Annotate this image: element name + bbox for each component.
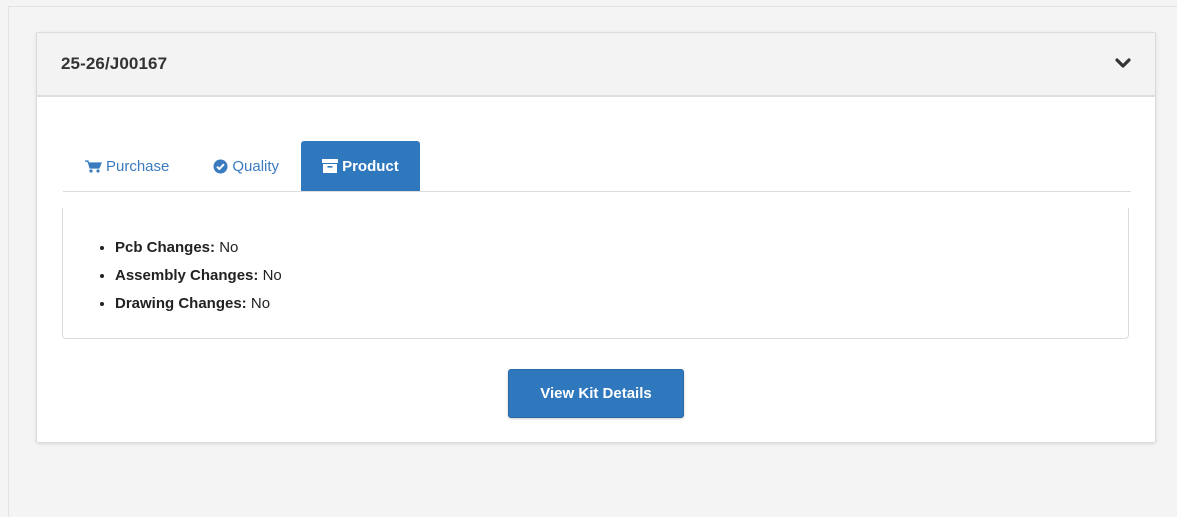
tab-bar: Purchase Quality Product	[63, 140, 1131, 192]
tab-product[interactable]: Product	[301, 141, 420, 191]
product-details-list: Pcb Changes: No Assembly Changes: No Dra…	[63, 234, 282, 318]
chevron-down-icon[interactable]	[1115, 56, 1131, 72]
job-card: 25-26/J00167 Purchase Quality Product Pc…	[36, 32, 1156, 443]
list-item: Assembly Changes: No	[115, 262, 282, 290]
cart-icon	[85, 159, 102, 173]
product-panel: Pcb Changes: No Assembly Changes: No Dra…	[62, 208, 1129, 339]
list-item: Drawing Changes: No	[115, 290, 282, 318]
check-circle-icon	[213, 159, 228, 174]
card-header[interactable]: 25-26/J00167	[37, 33, 1155, 97]
detail-label: Assembly Changes:	[115, 267, 259, 284]
tab-quality-label: Quality	[232, 157, 280, 175]
view-kit-details-button[interactable]: View Kit Details	[508, 369, 684, 418]
tab-purchase-label: Purchase	[106, 157, 170, 175]
tab-purchase[interactable]: Purchase	[63, 141, 191, 191]
detail-value: No	[219, 239, 239, 256]
tab-quality[interactable]: Quality	[191, 141, 301, 191]
list-item: Pcb Changes: No	[115, 234, 282, 262]
detail-value: No	[262, 267, 282, 284]
archive-box-icon	[322, 159, 339, 173]
tab-product-label: Product	[342, 157, 399, 175]
job-number-title: 25-26/J00167	[61, 54, 168, 73]
detail-label: Pcb Changes:	[115, 239, 216, 256]
detail-value: No	[250, 295, 271, 312]
detail-label: Drawing Changes:	[115, 295, 247, 312]
